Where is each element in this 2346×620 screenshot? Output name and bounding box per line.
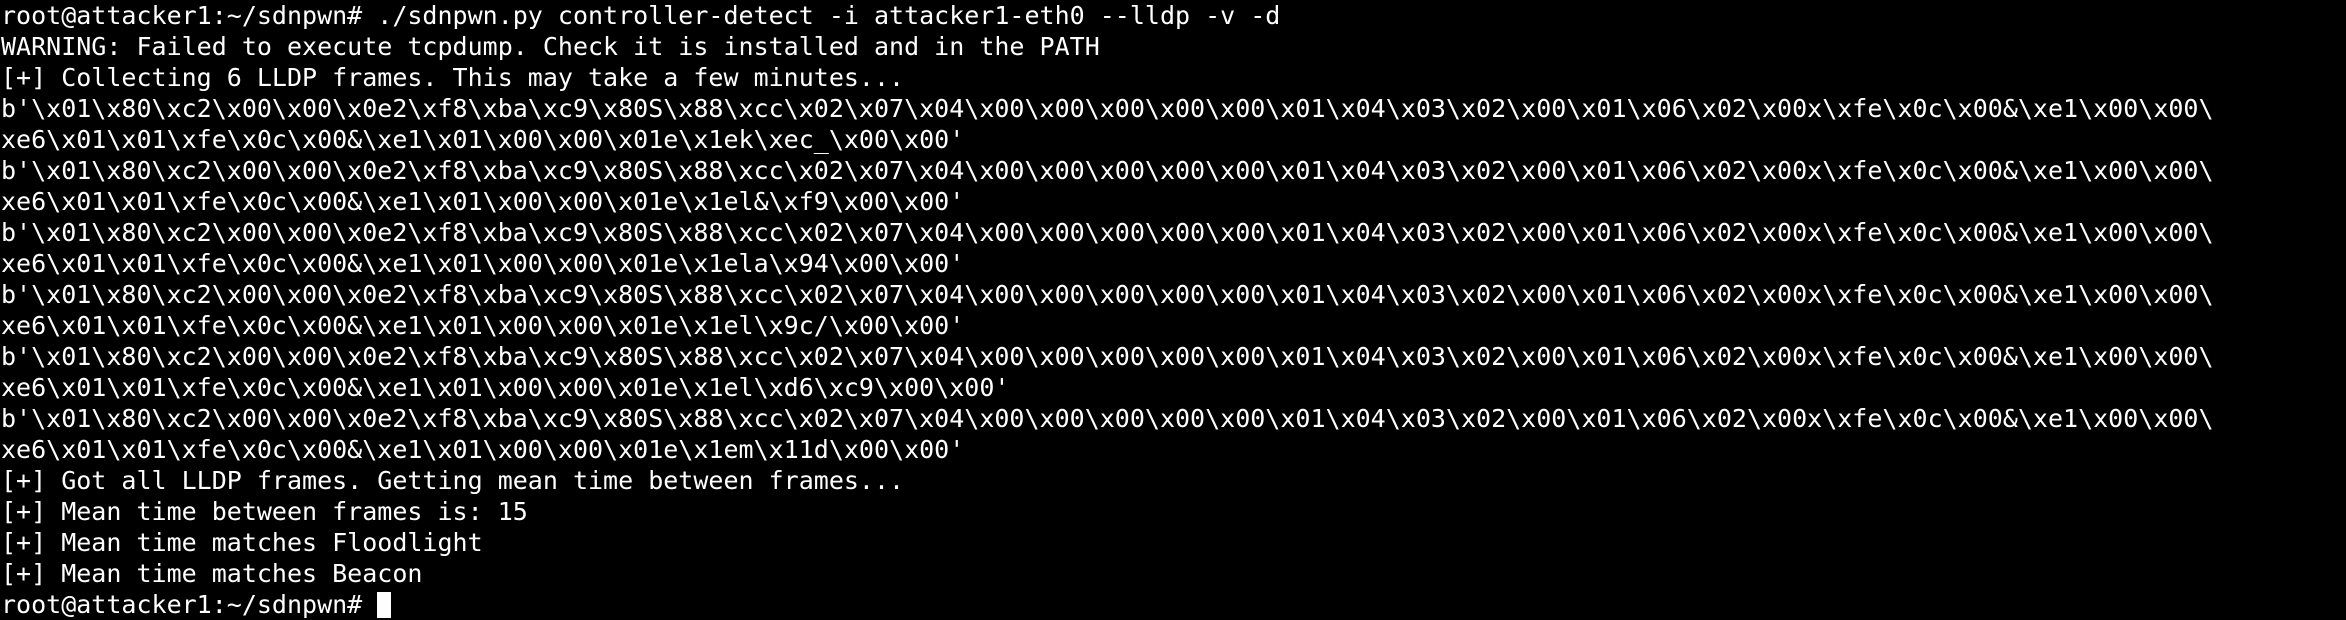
terminal-line: root@attacker1:~/sdnpwn# ./sdnpwn.py con… (1, 1, 1281, 30)
terminal-line: WARNING: Failed to execute tcpdump. Chec… (1, 32, 1100, 61)
terminal-line: [+] Mean time matches Floodlight (1, 528, 483, 557)
terminal-line: [+] Mean time matches Beacon (1, 559, 423, 588)
terminal-line: xe6\x01\x01\xfe\x0c\x00&\xe1\x01\x00\x00… (1, 435, 965, 464)
terminal-line: b'\x01\x80\xc2\x00\x00\x0e2\xf8\xba\xc9\… (1, 280, 2214, 309)
terminal-line: b'\x01\x80\xc2\x00\x00\x0e2\xf8\xba\xc9\… (1, 404, 2214, 433)
terminal-line: b'\x01\x80\xc2\x00\x00\x0e2\xf8\xba\xc9\… (1, 342, 2214, 371)
shell-prompt: root@attacker1:~/sdnpwn# (1, 590, 378, 619)
terminal-line: xe6\x01\x01\xfe\x0c\x00&\xe1\x01\x00\x00… (1, 125, 965, 154)
terminal-line: [+] Collecting 6 LLDP frames. This may t… (1, 63, 905, 92)
terminal-line: b'\x01\x80\xc2\x00\x00\x0e2\xf8\xba\xc9\… (1, 156, 2214, 185)
terminal-window[interactable]: root@attacker1:~/sdnpwn# ./sdnpwn.py con… (0, 0, 2346, 620)
cursor-block (377, 592, 392, 618)
terminal-line: xe6\x01\x01\xfe\x0c\x00&\xe1\x01\x00\x00… (1, 373, 1010, 402)
terminal-line: b'\x01\x80\xc2\x00\x00\x0e2\xf8\xba\xc9\… (1, 94, 2214, 123)
terminal-line: xe6\x01\x01\xfe\x0c\x00&\xe1\x01\x00\x00… (1, 249, 965, 278)
terminal-line: b'\x01\x80\xc2\x00\x00\x0e2\xf8\xba\xc9\… (1, 218, 2214, 247)
terminal-prompt-line[interactable]: root@attacker1:~/sdnpwn# (1, 589, 2346, 620)
terminal-line: xe6\x01\x01\xfe\x0c\x00&\xe1\x01\x00\x00… (1, 311, 965, 340)
terminal-line: xe6\x01\x01\xfe\x0c\x00&\xe1\x01\x00\x00… (1, 187, 965, 216)
terminal-line: [+] Got all LLDP frames. Getting mean ti… (1, 466, 905, 495)
terminal-line: [+] Mean time between frames is: 15 (1, 497, 528, 526)
